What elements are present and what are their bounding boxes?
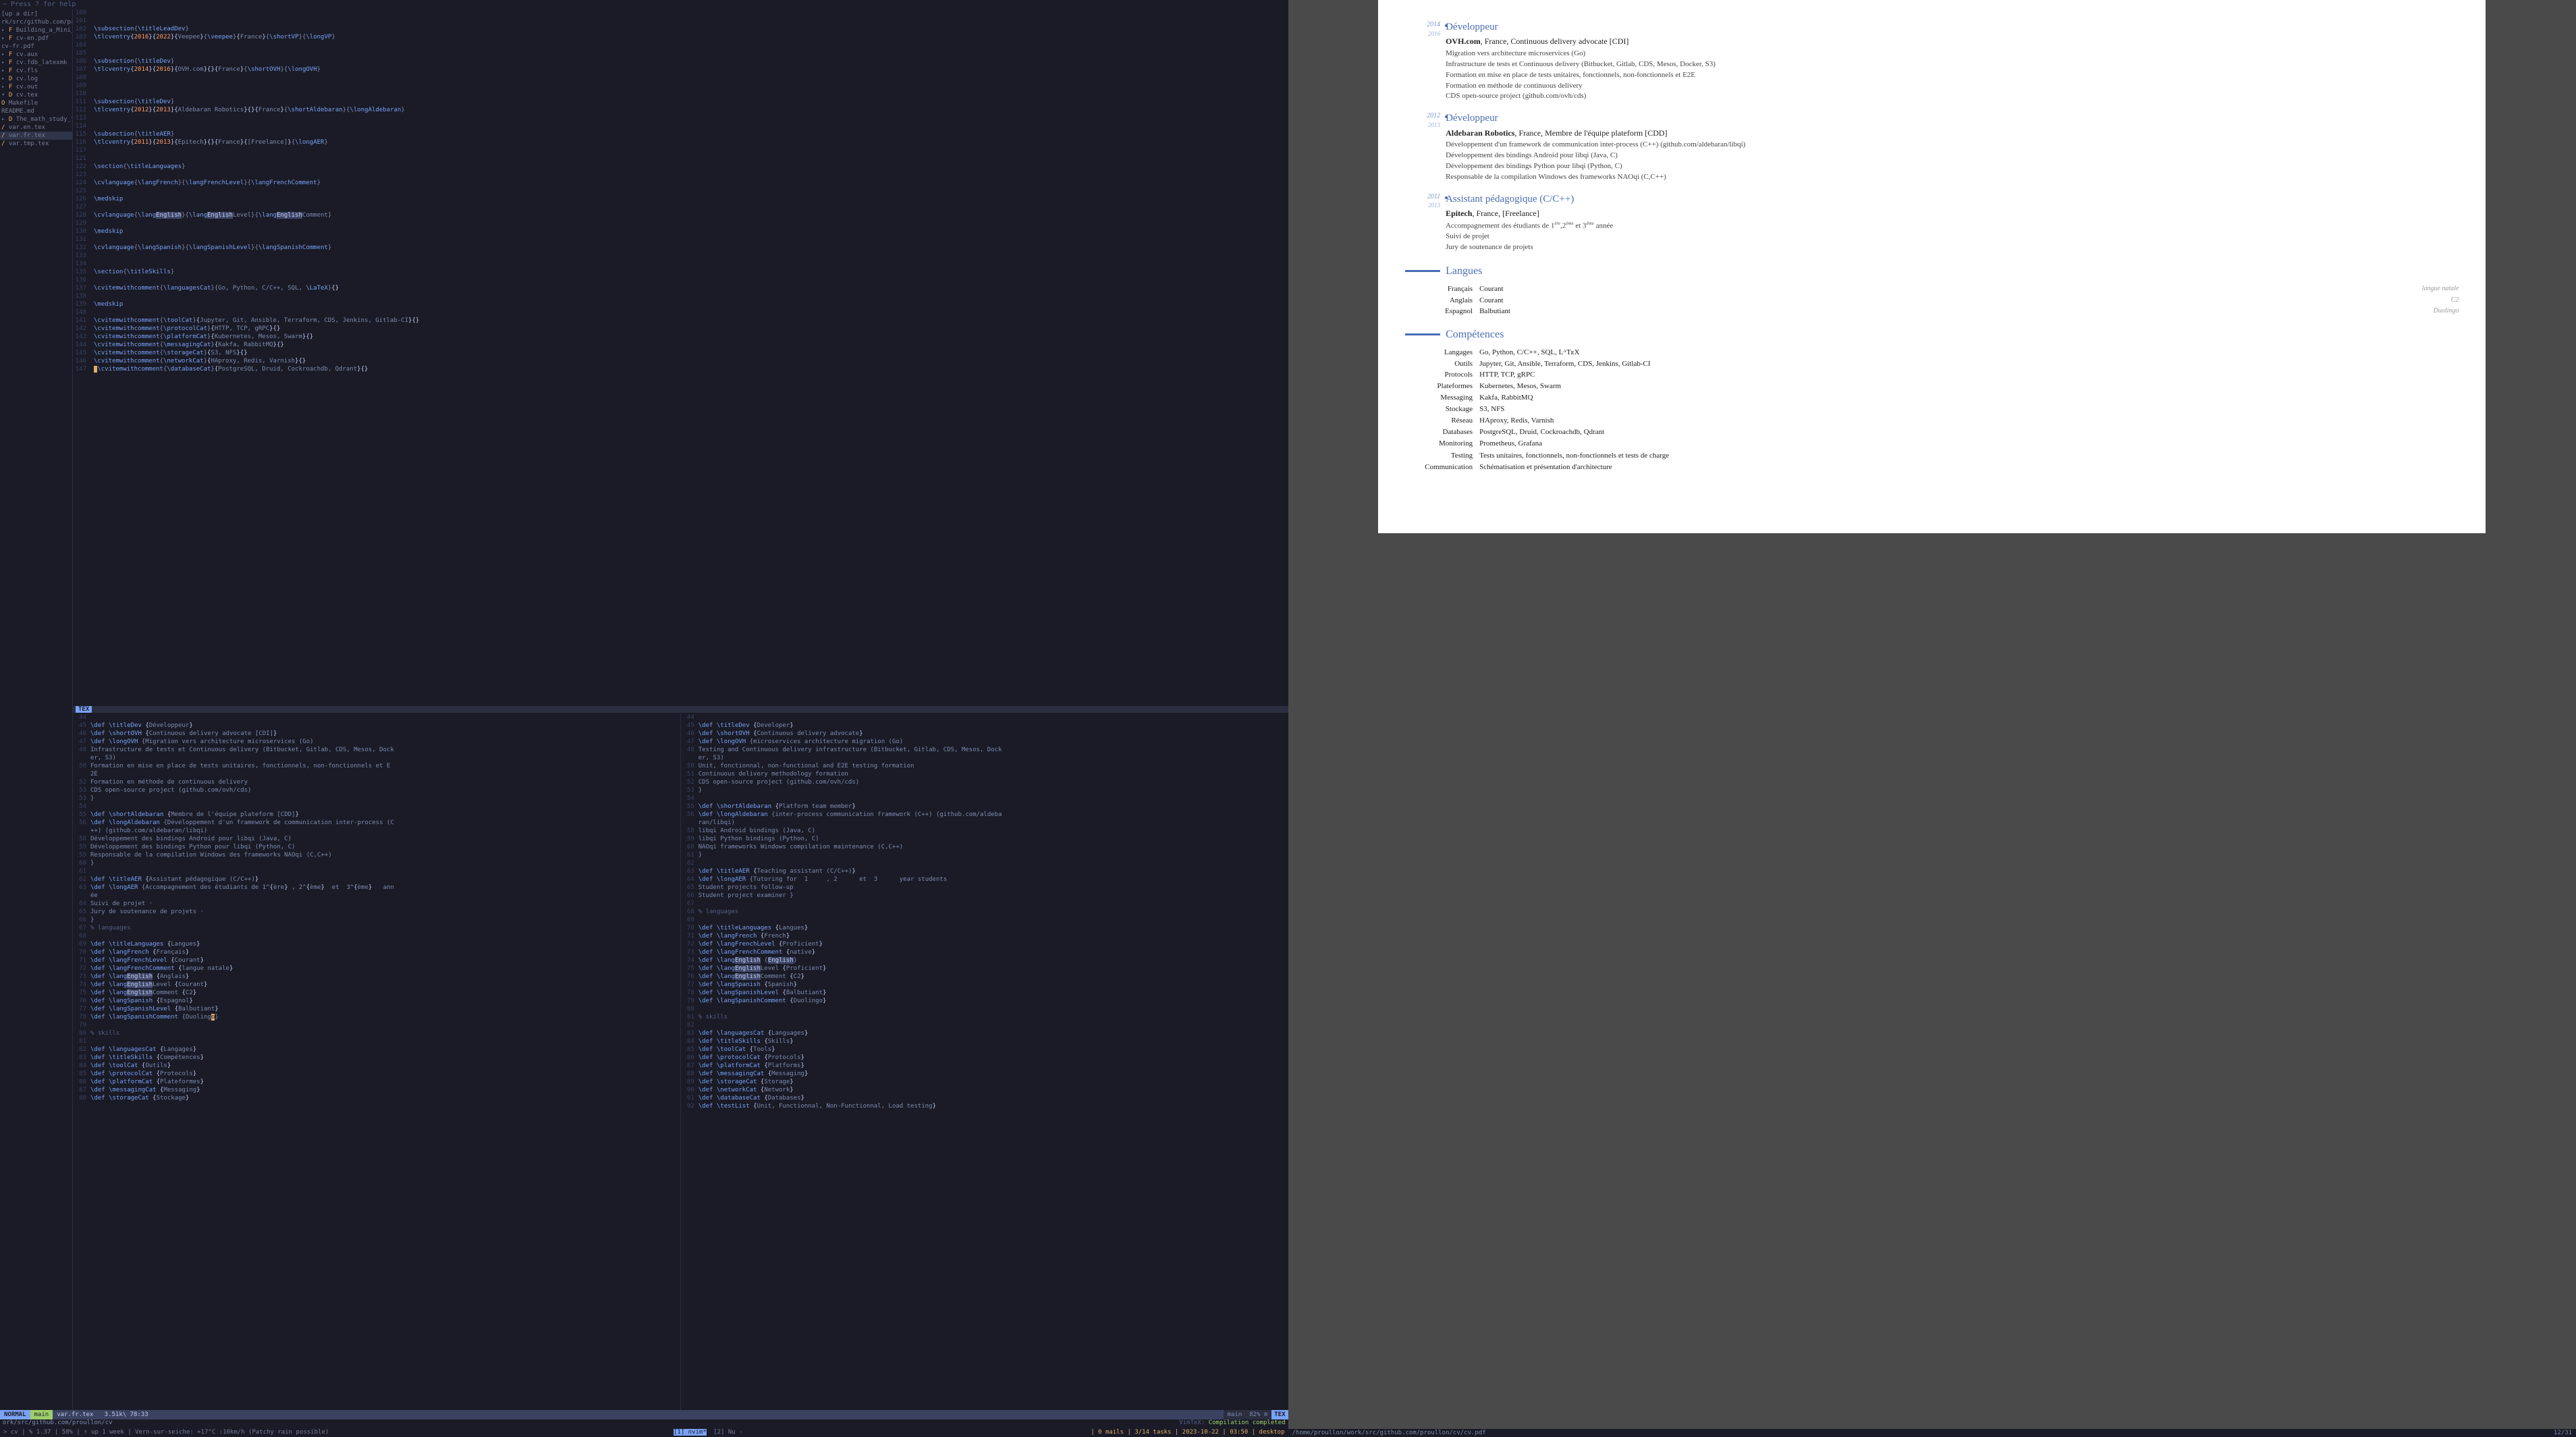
lang-row: FrançaisCourantlangue natale bbox=[1405, 284, 2459, 294]
entry-role: Assistant pédagogique (C/C++) bbox=[1446, 192, 2459, 206]
code-pane-en[interactable]: 4445\def \titleDev {Developer}46\def \sh… bbox=[680, 713, 1288, 1411]
git-branch: main bbox=[30, 1410, 53, 1419]
tmux-status: > cv | % 1.37 | 58% | ↑ up 1 week | Vern… bbox=[0, 1428, 1288, 1437]
code-pane-main[interactable]: 100101102\subsection{\titleLeadDev}103\t… bbox=[73, 9, 1288, 706]
tree-root[interactable]: [up a dir] bbox=[0, 10, 72, 18]
tree-item[interactable]: README.md bbox=[0, 107, 72, 115]
tmux-right: | 0 mails | 3/14 tasks | 2023-10-22 | 03… bbox=[1087, 1428, 1288, 1437]
skill-row: MessagingKakfa, RabbitMQ bbox=[1405, 393, 2459, 403]
section-competences: Compétences bbox=[1405, 327, 2459, 342]
lang-row: AnglaisCourantC2 bbox=[1405, 296, 2459, 306]
skill-row: StockageS3, NFS bbox=[1405, 404, 2459, 414]
entry-desc: Développement d'un framework de communic… bbox=[1446, 140, 2459, 182]
section-langues: Langues bbox=[1405, 264, 2459, 279]
file-tree[interactable]: [up a dir] rk/src/github.com/proullon/cv… bbox=[0, 9, 73, 1410]
tree-item[interactable]: ▸ F cv.out bbox=[0, 83, 72, 91]
tree-item[interactable]: ▸ F cv-en.pdf bbox=[0, 34, 72, 43]
cwd-line: ork/src/github.com/proullon/cv VimTeX: C… bbox=[0, 1419, 1288, 1428]
entry-company: Epitech bbox=[1446, 209, 1472, 218]
help-hint: ~ Press ? for help bbox=[0, 0, 1288, 9]
editor-pane: ~ Press ? for help [up a dir] rk/src/git… bbox=[0, 0, 1288, 1437]
tree-item[interactable]: / var.tmp.tex bbox=[0, 140, 72, 148]
tree-item[interactable]: O Makefile bbox=[0, 99, 72, 107]
entry-role: Développeur bbox=[1446, 111, 2459, 125]
lang-row: EspagnolBalbutiantDuolingo bbox=[1405, 306, 2459, 317]
entry-company: Aldebaran Robotics bbox=[1446, 128, 1514, 138]
entry-company: OVH.com bbox=[1446, 36, 1481, 46]
skill-row: ProtocolsHTTP, TCP, gRPC bbox=[1405, 370, 2459, 380]
tree-item[interactable]: ▸ D The_math_study_tip_they_a… bbox=[0, 115, 72, 124]
entry-desc: Migration vers architecture microservice… bbox=[1446, 49, 2459, 101]
skill-row: MonitoringPrometheus, Grafana bbox=[1405, 439, 2459, 449]
tree-item[interactable]: ▸ F cv.fdb_latexmk bbox=[0, 59, 72, 67]
pdf-viewer: 20142016 Développeur OVH.com, France, Co… bbox=[1288, 0, 2576, 1437]
tree-item[interactable]: / var.en.tex bbox=[0, 124, 72, 132]
skill-row: CommunicationSchématisation et présentat… bbox=[1405, 462, 2459, 472]
tree-item[interactable]: ▾ D cv.tex bbox=[0, 91, 72, 99]
current-file: var.fr.tex 3.51k\ 78:33 bbox=[53, 1410, 1223, 1419]
tree-item[interactable]: ▸ F Building_a_Mini_Workshop… bbox=[0, 26, 72, 34]
cv-entry: 20142016 Développeur OVH.com, France, Co… bbox=[1405, 20, 2459, 102]
entry-years: 20112013 bbox=[1405, 192, 1446, 253]
pdf-path: /home/proullon/work/src/github.com/proul… bbox=[1292, 1430, 1486, 1436]
filetype: TEX bbox=[1271, 1410, 1288, 1419]
tmux-win-1[interactable]: [1] nvim* bbox=[674, 1429, 707, 1436]
pdf-footer: /home/proullon/work/src/github.com/proul… bbox=[1288, 1429, 2576, 1437]
tree-item[interactable]: / var.fr.tex bbox=[0, 132, 72, 140]
skill-row: PlateformesKubernetes, Mesos, Swarm bbox=[1405, 381, 2459, 391]
entry-desc: Accompagnement des étudiants de 1ère,2èm… bbox=[1446, 221, 2459, 252]
entry-years: 20122013 bbox=[1405, 111, 1446, 182]
entry-role: Développeur bbox=[1446, 20, 2459, 34]
cv-entry: 20122013 Développeur Aldebaran Robotics,… bbox=[1405, 111, 2459, 182]
skill-row: LangagesGo, Python, C/C++, SQL, LᴬTᴇX bbox=[1405, 348, 2459, 358]
pdf-pagenum: 12/31 bbox=[2554, 1430, 2572, 1436]
status-line: NORMAL main var.fr.tex 3.51k\ 78:33 main… bbox=[0, 1410, 1288, 1419]
pdf-page: 20142016 Développeur OVH.com, France, Co… bbox=[1378, 0, 2486, 533]
tree-item[interactable]: ▸ F cv.fls bbox=[0, 67, 72, 75]
tmux-left: > cv | % 1.37 | 58% | ↑ up 1 week | Vern… bbox=[0, 1428, 332, 1437]
skill-row: TestingTests unitaires, fonctionnels, no… bbox=[1405, 451, 2459, 461]
split-tab-top: TEX bbox=[73, 706, 1288, 713]
skill-row: DatabasesPostgreSQL, Druid, Cockroachdb,… bbox=[1405, 427, 2459, 437]
skill-row: RéseauHAproxy, Redis, Varnish bbox=[1405, 416, 2459, 426]
entry-years: 20142016 bbox=[1405, 20, 1446, 102]
tree-path: rk/src/github.com/proullon/cv/ bbox=[0, 18, 72, 26]
tree-item[interactable]: ▸ D cv.log bbox=[0, 75, 72, 83]
skill-row: OutilsJupyter, Git, Ansible, Terraform, … bbox=[1405, 359, 2459, 369]
code-pane-fr[interactable]: 4445\def \titleDev {Développeur}46\def \… bbox=[73, 713, 680, 1411]
tree-item[interactable]: cv-fr.pdf bbox=[0, 43, 72, 51]
mode-indicator: NORMAL bbox=[0, 1410, 30, 1419]
tree-item[interactable]: ▸ F cv.aux bbox=[0, 51, 72, 59]
tmux-win-2[interactable]: [2] Nu - bbox=[710, 1429, 746, 1436]
code-area: 100101102\subsection{\titleLeadDev}103\t… bbox=[73, 9, 1288, 1410]
cv-entry: 20112013 Assistant pédagogique (C/C++) E… bbox=[1405, 192, 2459, 253]
right-info: main 82% ≡ bbox=[1224, 1410, 1272, 1419]
pdf-page-wrap[interactable]: 20142016 Développeur OVH.com, France, Co… bbox=[1288, 0, 2576, 1429]
